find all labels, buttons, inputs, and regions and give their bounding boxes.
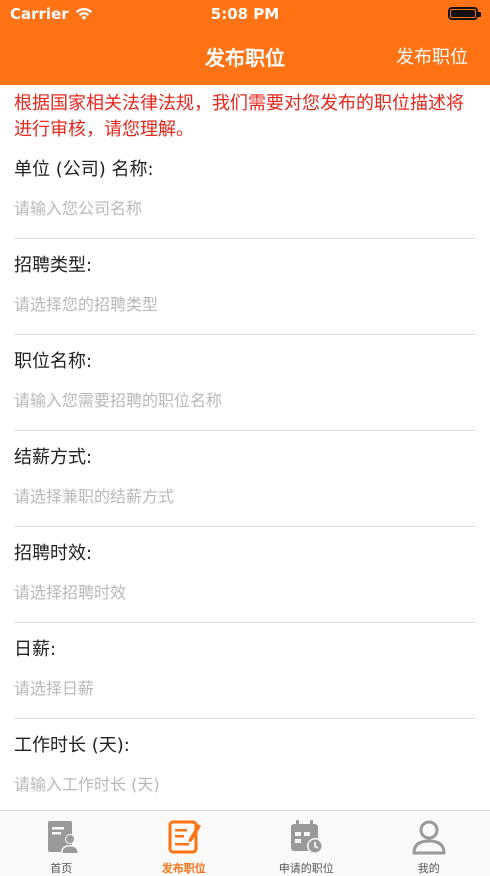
field-recruit-period: 招聘时效: (0, 527, 490, 623)
user-icon (412, 820, 446, 855)
work-hours-input[interactable] (14, 769, 462, 799)
review-notice: 根据国家相关法律法规，我们需要对您发布的职位描述将进行审核，请您理解。 (14, 93, 464, 140)
field-label: 单位 (公司) 名称: (14, 159, 154, 180)
tab-home[interactable]: 首页 (0, 811, 123, 876)
tab-bar: 首页 发布职位 申请的职位 我的 (0, 810, 490, 876)
field-label: 职位名称: (14, 351, 93, 372)
field-label: 招聘时效: (14, 543, 93, 564)
field-salary-method: 结薪方式: (0, 431, 490, 527)
recruit-type-select[interactable] (14, 289, 462, 319)
home-profile-icon (48, 821, 80, 853)
tab-label: 我的 (417, 862, 440, 875)
publish-button[interactable]: 发布职位 (396, 43, 468, 69)
edit-document-icon (168, 820, 201, 854)
field-work-hours: 工作时长 (天): (0, 719, 490, 810)
field-daily-salary: 日薪: (0, 623, 490, 719)
tab-label: 发布职位 (161, 862, 206, 875)
status-bar: Carrier 5:08 PM (0, 0, 490, 28)
battery-nub (478, 12, 481, 17)
form-content: 根据国家相关法律法规，我们需要对您发布的职位描述将进行审核，请您理解。 单位 (… (0, 85, 490, 810)
recruit-period-select[interactable] (14, 577, 462, 607)
field-position-name: 职位名称: (0, 335, 490, 431)
position-name-input[interactable] (14, 385, 462, 415)
daily-salary-select[interactable] (14, 673, 462, 703)
tab-publish[interactable]: 发布职位 (123, 811, 246, 876)
salary-method-select[interactable] (14, 481, 462, 511)
tab-applied[interactable]: 申请的职位 (245, 811, 368, 876)
header: Carrier 5:08 PM 发布职位 发布职位 (0, 0, 490, 85)
navbar: 发布职位 发布职位 (0, 30, 490, 85)
form-fields: 单位 (公司) 名称: 招聘类型: 职位名称: 结薪方式: 招聘时效: 日薪: (0, 143, 490, 810)
field-label: 工作时长 (天): (14, 735, 130, 756)
field-recruit-type: 招聘类型: (0, 239, 490, 335)
calendar-clock-icon (291, 820, 324, 854)
battery-icon (448, 7, 481, 20)
tab-label: 申请的职位 (278, 862, 334, 875)
field-company-name: 单位 (公司) 名称: (0, 143, 490, 239)
field-label: 结薪方式: (14, 447, 93, 468)
company-name-input[interactable] (14, 193, 462, 223)
status-time: 5:08 PM (210, 5, 280, 23)
field-label: 招聘类型: (14, 255, 93, 276)
tab-label: 首页 (50, 862, 73, 875)
field-label: 日薪: (14, 639, 57, 660)
battery-level (451, 10, 475, 17)
tab-mine[interactable]: 我的 (368, 811, 490, 876)
